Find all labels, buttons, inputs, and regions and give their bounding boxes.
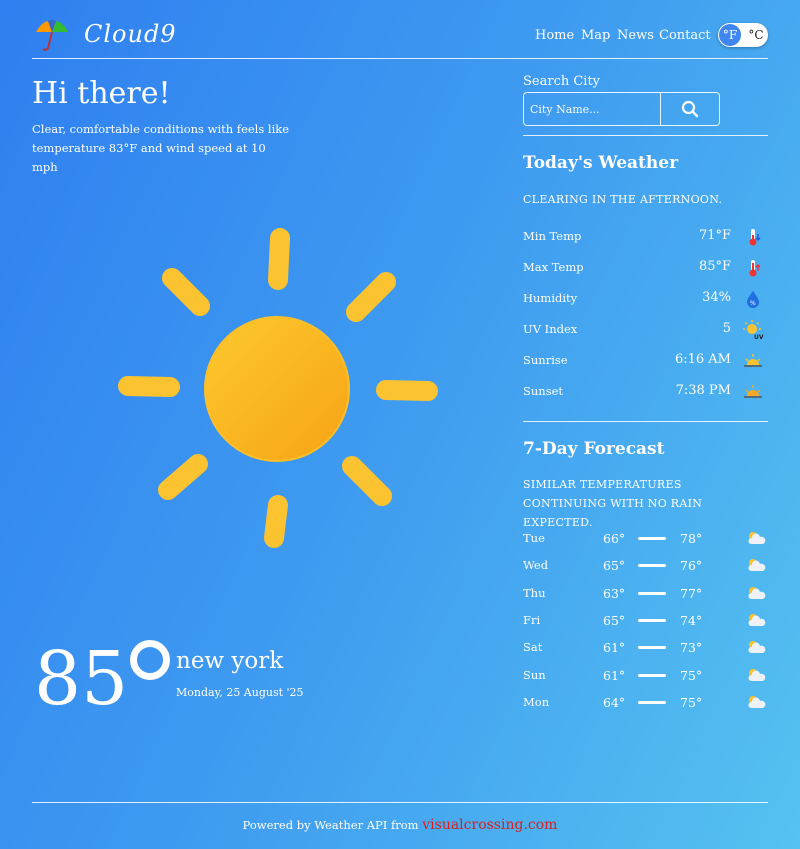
- stat-value: 71°F: [698, 228, 731, 243]
- temperature-range-bar: [638, 674, 666, 677]
- forecast-day: Mon: [523, 695, 550, 709]
- forecast-day: Sat: [523, 640, 543, 654]
- stat-value: 7:38 PM: [675, 383, 731, 398]
- forecast-high: 73°: [680, 640, 703, 655]
- nav-map[interactable]: Map: [581, 28, 610, 43]
- forecast-high: 75°: [680, 668, 703, 683]
- stat-label: Sunrise: [523, 353, 568, 367]
- stat-label: Humidity: [523, 291, 578, 305]
- partly-cloudy-icon: [748, 559, 766, 571]
- fahrenheit-option[interactable]: °F: [719, 24, 741, 46]
- temperature-range-bar: [638, 646, 666, 649]
- forecast-summary: SIMILAR TEMPERATURES CONTINUING WITH NO …: [523, 478, 703, 529]
- temperature-range-bar: [638, 537, 666, 540]
- footer-divider: [32, 802, 768, 803]
- sunset-icon: [744, 385, 762, 398]
- stat-label: Min Temp: [523, 229, 582, 243]
- humidity-drop-icon: %: [747, 291, 759, 308]
- city-name: new york: [176, 648, 284, 674]
- footer: Powered by Weather API from visualcrossi…: [0, 817, 800, 833]
- stat-label: UV Index: [523, 322, 578, 336]
- forecast-high: 75°: [680, 695, 703, 710]
- forecast-high: 78°: [680, 531, 703, 546]
- forecast-low: 61°: [603, 640, 626, 655]
- search-icon: [681, 100, 699, 118]
- forecast-day: Tue: [523, 531, 545, 545]
- temperature-range-bar: [638, 701, 666, 704]
- thermometer-cold-icon: [749, 229, 761, 246]
- search-divider: [523, 135, 768, 136]
- forecast-low: 64°: [603, 695, 626, 710]
- search-button[interactable]: [661, 93, 719, 125]
- header-divider: [32, 58, 768, 59]
- partly-cloudy-icon: [748, 587, 766, 599]
- partly-cloudy-icon: [748, 532, 766, 544]
- forecast-high: 76°: [680, 558, 703, 573]
- current-temperature: 85: [34, 636, 129, 722]
- stat-label: Max Temp: [523, 260, 584, 274]
- visualcrossing-link[interactable]: visualcrossing.com: [422, 817, 557, 833]
- partly-cloudy-icon: [748, 641, 766, 653]
- search-label: Search City: [523, 74, 601, 89]
- svg-text:%: %: [750, 300, 756, 307]
- forecast-day: Fri: [523, 613, 541, 627]
- forecast-day: Sun: [523, 668, 546, 682]
- svg-text:UV: UV: [754, 334, 764, 341]
- degree-symbol-icon: [130, 640, 170, 680]
- stat-value: 85°F: [698, 259, 731, 274]
- uv-sun-icon: UV: [743, 320, 764, 341]
- thermometer-hot-icon: [749, 260, 761, 277]
- partly-cloudy-icon: [748, 614, 766, 626]
- forecast-low: 65°: [603, 613, 626, 628]
- unit-toggle[interactable]: °F °C: [718, 23, 768, 47]
- todays-weather-title: Today's Weather: [523, 153, 679, 173]
- forecast-low: 65°: [603, 558, 626, 573]
- forecast-low: 63°: [603, 586, 626, 601]
- celsius-option[interactable]: °C: [745, 24, 767, 46]
- nav-news[interactable]: News: [617, 28, 654, 43]
- temperature-range-bar: [638, 619, 666, 622]
- footer-text: Powered by Weather API from: [242, 818, 419, 832]
- current-date: Monday, 25 August '25: [176, 686, 304, 699]
- stat-value: 34%: [702, 290, 731, 305]
- forecast-high: 74°: [680, 613, 703, 628]
- sunrise-icon: [744, 354, 762, 367]
- forecast-high: 77°: [680, 586, 703, 601]
- search-box: [523, 92, 720, 126]
- today-divider: [523, 421, 768, 422]
- forecast-title: 7-Day Forecast: [523, 439, 665, 459]
- city-search-input[interactable]: [524, 93, 661, 125]
- conditions-description: Clear, comfortable conditions with feels…: [32, 122, 290, 174]
- temperature-range-bar: [638, 564, 666, 567]
- forecast-day: Wed: [523, 558, 549, 572]
- brand-name[interactable]: Cloud9: [84, 20, 177, 48]
- forecast-low: 61°: [603, 668, 626, 683]
- partly-cloudy-icon: [748, 696, 766, 708]
- nav-contact[interactable]: Contact: [659, 28, 711, 43]
- greeting-heading: Hi there!: [32, 76, 171, 111]
- sun-icon: [118, 228, 438, 548]
- forecast-low: 66°: [603, 531, 626, 546]
- stat-label: Sunset: [523, 384, 564, 398]
- umbrella-logo-icon: [36, 20, 68, 51]
- temperature-range-bar: [638, 592, 666, 595]
- stat-value: 5: [722, 321, 731, 336]
- todays-weather-summary: CLEARING IN THE AFTERNOON.: [523, 193, 723, 206]
- partly-cloudy-icon: [748, 669, 766, 681]
- stat-value: 6:16 AM: [674, 352, 731, 367]
- nav-home[interactable]: Home: [535, 28, 574, 43]
- forecast-day: Thu: [523, 586, 546, 600]
